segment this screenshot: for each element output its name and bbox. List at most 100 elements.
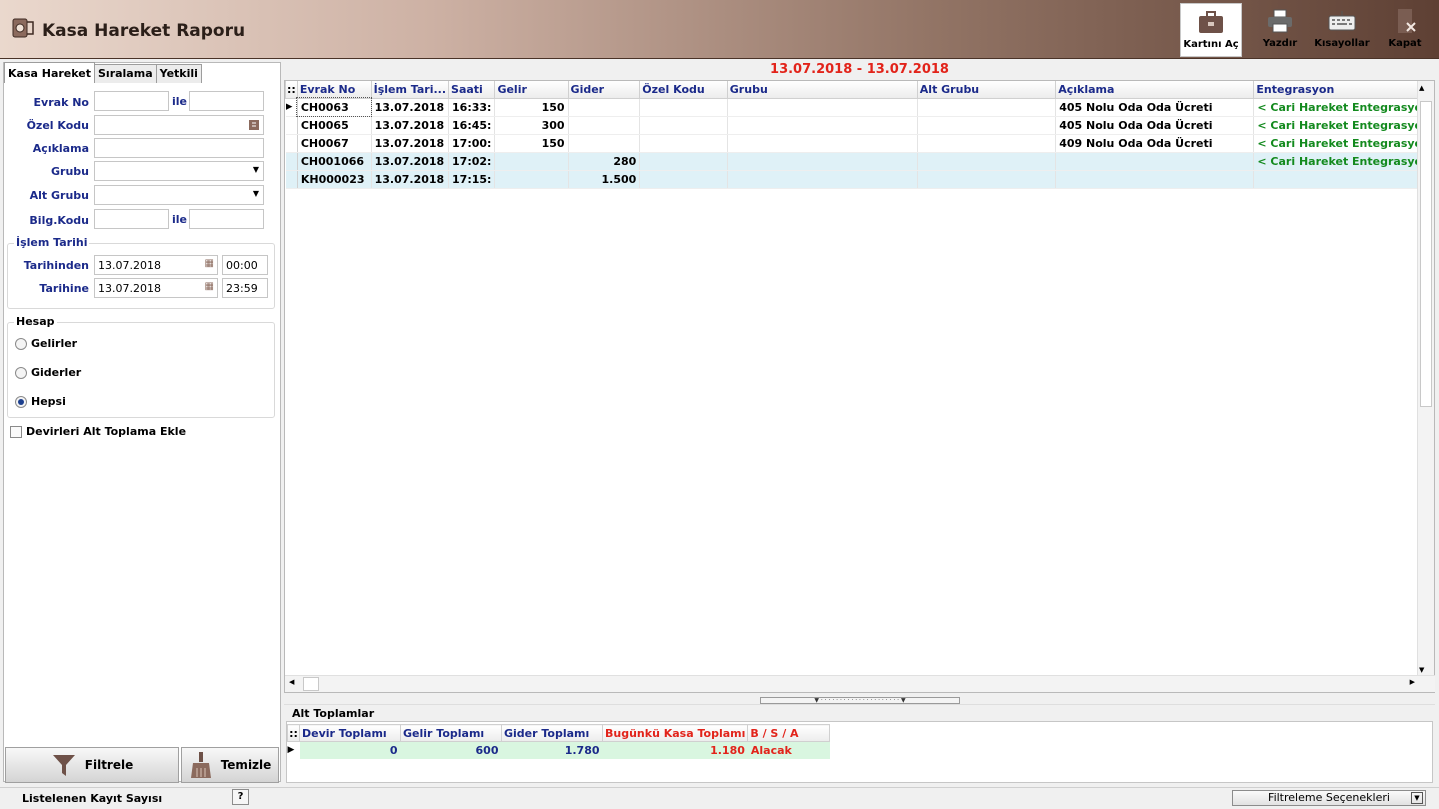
col-alt-grubu[interactable]: Alt Grubu [916, 81, 1057, 99]
col-devir-toplami[interactable]: Devir Toplamı [299, 724, 401, 742]
col-evrak-no[interactable]: Evrak No [296, 81, 372, 99]
ozel-kodu-input[interactable] [94, 115, 264, 135]
devir-checkbox[interactable]: Devirleri Alt Toplama Ekle [10, 425, 186, 438]
ozel-kodu-label: Özel Kodu [26, 119, 89, 132]
cell-alt [917, 98, 1057, 117]
tab-siralama[interactable]: Sıralama [94, 64, 157, 83]
cell-alt [917, 170, 1057, 189]
subtotals-corner[interactable]: :: [287, 724, 300, 742]
lookup-book-icon[interactable] [248, 119, 260, 131]
scroll-right-icon[interactable]: ▶ [1410, 678, 1415, 686]
col-grubu[interactable]: Grubu [726, 81, 918, 99]
cell-gelir: 300 [494, 116, 569, 135]
shortcuts-button[interactable]: Kısayollar [1310, 3, 1374, 57]
radio-circle[interactable] [15, 337, 27, 350]
tab-label: Yetkili [159, 67, 198, 80]
tab-yetkili[interactable]: Yetkili [155, 64, 202, 83]
table-row[interactable]: CH0065 13.07.2018 16:45: 300 405 Nolu Oda Od… [285, 116, 1434, 135]
cell-gider [568, 98, 641, 117]
tarihine-time-input[interactable]: 23:59 [222, 278, 268, 298]
tarihine-date-input[interactable]: 13.07.2018 ▦ [94, 278, 218, 298]
tarihinden-time-input[interactable]: 00:00 [222, 255, 268, 275]
row-indicator[interactable] [285, 170, 298, 189]
vertical-scroll-thumb[interactable] [1420, 101, 1432, 407]
bsa-value: Alacak [747, 741, 830, 759]
grid-corner[interactable]: :: [285, 81, 298, 99]
col-aciklama[interactable]: Açıklama [1055, 81, 1255, 99]
cell-grubu [727, 98, 918, 117]
chevron-down-icon[interactable]: ▼ [1411, 792, 1423, 804]
col-bugunku-kasa-toplami[interactable]: Bugünkü Kasa Toplamı [601, 724, 749, 742]
horizontal-scroll-thumb[interactable] [303, 677, 319, 691]
cell-gelir: 150 [494, 98, 569, 117]
alt-grubu-select[interactable]: ▼ [94, 185, 264, 205]
row-indicator[interactable] [285, 116, 298, 135]
subtotals-box: :: Devir Toplamı Gelir Toplamı Gider Top… [286, 721, 1433, 783]
col-gelir-toplami[interactable]: Gelir Toplamı [400, 724, 502, 742]
time-value: 00:00 [226, 259, 258, 272]
date-value: 13.07.2018 [98, 259, 161, 272]
calendar-icon[interactable]: ▦ [205, 258, 214, 269]
row-indicator[interactable] [285, 134, 298, 153]
scroll-down-icon[interactable]: ▼ [1419, 666, 1424, 674]
filter-button[interactable]: Filtrele [5, 747, 179, 783]
giderler-radio[interactable]: Giderler [15, 366, 81, 379]
col-gelir[interactable]: Gelir [494, 81, 569, 99]
keyboard-icon [1328, 11, 1356, 31]
col-bsa[interactable]: B / S / A [747, 724, 831, 742]
cell-saat: 16:33: [448, 98, 496, 117]
table-row[interactable]: KH000023 13.07.2018 17:15: 1.500 [285, 170, 1434, 189]
bilg-kodu-to-input[interactable] [189, 209, 264, 229]
radio-label: Hepsi [31, 395, 66, 408]
gelirler-radio[interactable]: Gelirler [15, 337, 77, 350]
radio-circle-selected[interactable] [15, 395, 27, 408]
grubu-select[interactable]: ▼ [94, 161, 264, 181]
bilg-kodu-from-input[interactable] [94, 209, 169, 229]
col-islem-tarihi[interactable]: İşlem Tari... [370, 81, 450, 99]
cell-grubu [727, 116, 918, 135]
chevron-down-icon[interactable]: ▼ [253, 189, 259, 198]
cell-grubu [727, 170, 918, 189]
row-indicator[interactable] [285, 152, 298, 171]
hepsi-radio[interactable]: Hepsi [15, 395, 66, 408]
ile-label: ile [172, 213, 188, 226]
checkbox-box[interactable] [10, 425, 22, 438]
table-row[interactable]: CH0067 13.07.2018 17:00: 150 409 Nolu Oda Od… [285, 134, 1434, 153]
cell-tarih: 13.07.2018 [371, 116, 450, 135]
tarihinden-date-input[interactable]: 13.07.2018 ▦ [94, 255, 218, 275]
help-button[interactable]: ? [232, 789, 249, 805]
clear-button[interactable]: Temizle [181, 747, 279, 783]
cell-alt [917, 134, 1057, 153]
tab-kasa-hareket[interactable]: Kasa Hareket [4, 62, 95, 83]
scroll-left-icon[interactable]: ◀ [289, 678, 294, 686]
open-card-button[interactable]: Kartını Aç [1180, 3, 1242, 57]
cell-evrak: CH0063 [296, 97, 373, 117]
panel-splitter[interactable]: ▼ · · · · · · · · · · · · · · · · · · · … [760, 697, 960, 704]
subtotals-row[interactable]: ▶ 0 600 1.780 1.180 Alacak [287, 741, 830, 759]
gelir-toplami-value: 600 [400, 741, 502, 759]
subtotals-title: Alt Toplamlar [292, 707, 375, 720]
aciklama-input[interactable] [94, 138, 264, 158]
scroll-up-icon[interactable]: ▲ [1419, 84, 1424, 92]
evrak-no-from-input[interactable] [94, 91, 169, 111]
grid-vertical-scrollbar[interactable]: ▲ ▼ [1417, 81, 1434, 677]
col-gider-toplami[interactable]: Gider Toplamı [501, 724, 603, 742]
filter-options-dropdown[interactable]: Filtreleme Seçenekleri ▼ [1232, 790, 1426, 806]
chevron-down-icon[interactable]: ▼ [253, 165, 259, 174]
col-gider[interactable]: Gider [567, 81, 641, 99]
print-button[interactable]: Yazdır [1252, 3, 1308, 57]
col-saati[interactable]: Saati [448, 81, 496, 99]
radio-circle[interactable] [15, 366, 27, 379]
close-button[interactable]: Kapat [1380, 3, 1430, 57]
cell-ozel [639, 152, 728, 171]
calendar-icon[interactable]: ▦ [205, 281, 214, 292]
evrak-no-to-input[interactable] [189, 91, 264, 111]
col-ozel-kodu[interactable]: Özel Kodu [639, 81, 728, 99]
cell-alt [917, 116, 1057, 135]
table-row[interactable]: CH001066 13.07.2018 17:02: 280 < Cari Hareke… [285, 152, 1434, 171]
table-row[interactable]: ▶ CH0063 13.07.2018 16:33: 150 405 Nolu Oda O… [285, 97, 1434, 117]
row-indicator-icon[interactable]: ▶ [285, 98, 298, 117]
grid-horizontal-scrollbar[interactable]: ◀ ▶ [285, 675, 1435, 692]
cell-grubu [727, 134, 918, 153]
col-entegrasyon[interactable]: Entegrasyon [1253, 81, 1434, 99]
